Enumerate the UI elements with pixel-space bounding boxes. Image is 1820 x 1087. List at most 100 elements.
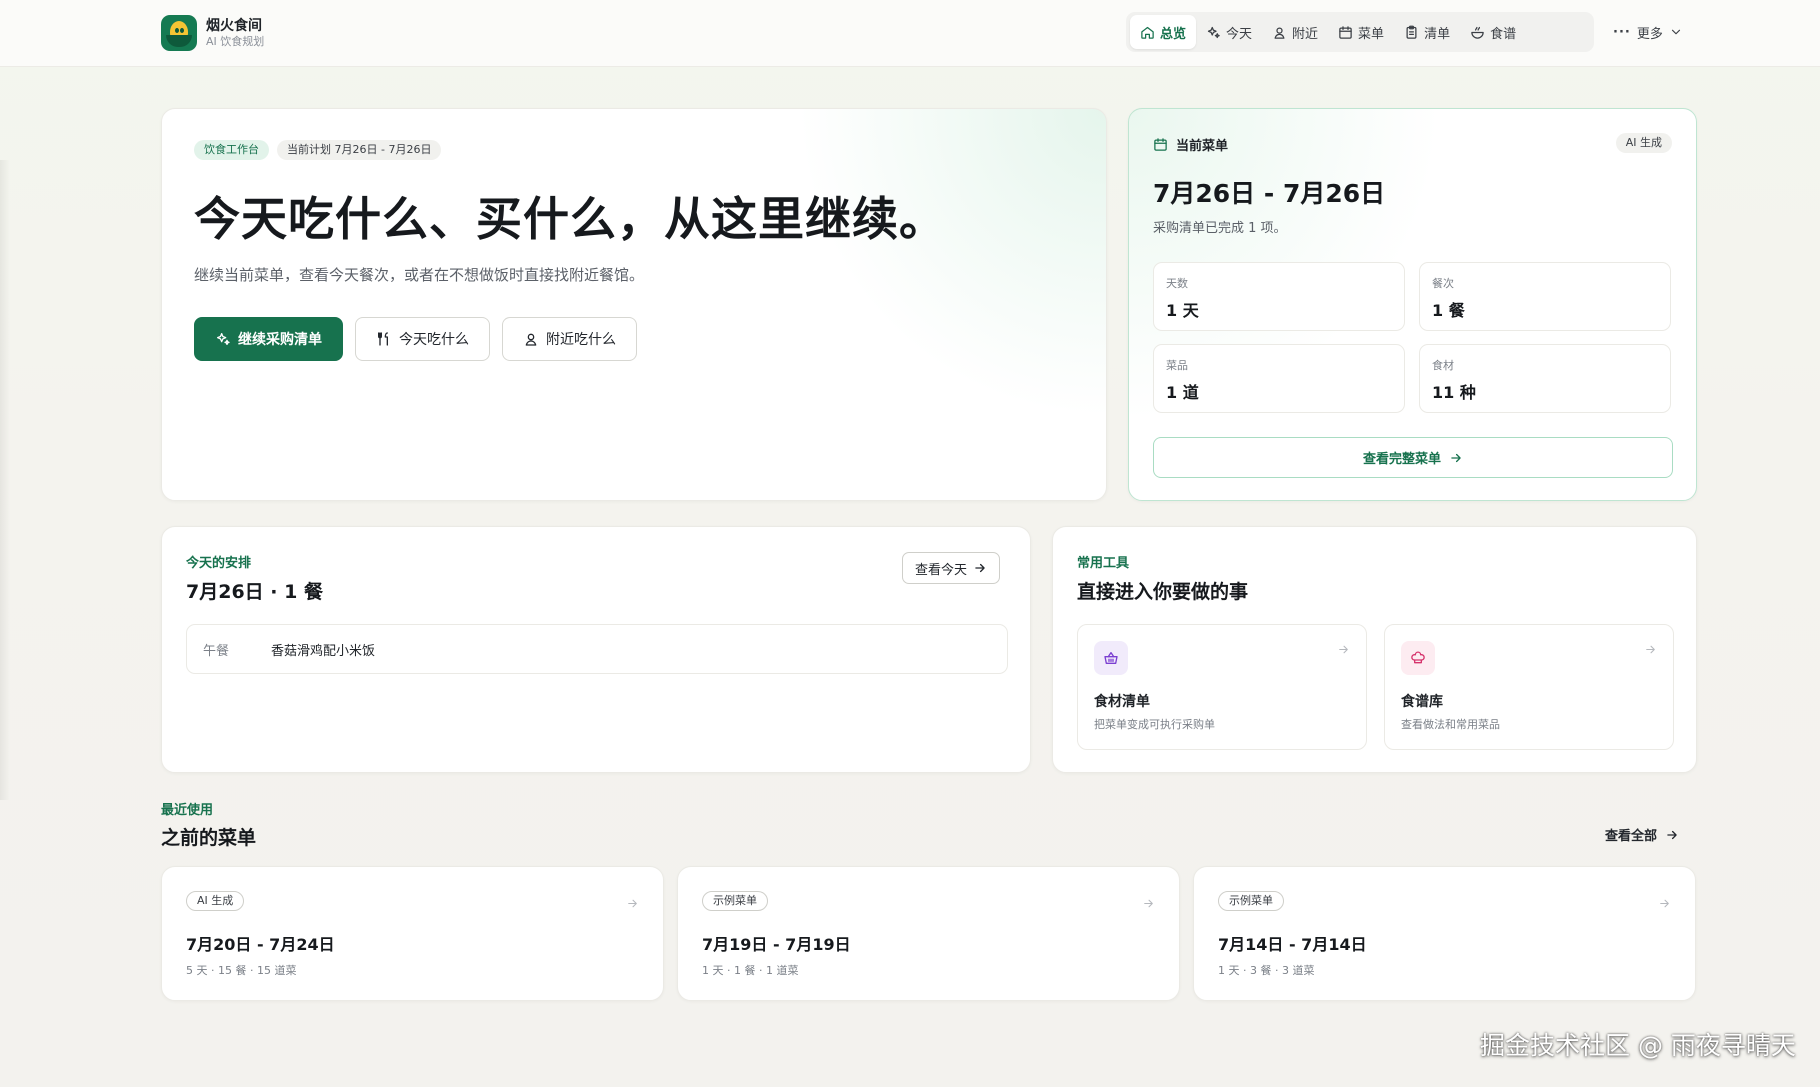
continue-shopping-button[interactable]: 继续采购清单 [194, 317, 343, 361]
brand-name: 烟火食间 [206, 17, 262, 34]
stat-value: 1 餐 [1432, 301, 1465, 320]
nav-item-list[interactable]: 清单 [1394, 15, 1460, 49]
view-full-menu-button[interactable]: 查看完整菜单 [1153, 437, 1673, 478]
arrow-right-icon [1667, 830, 1677, 839]
tool-recipe-library[interactable]: 食谱库 查看做法和常用菜品 [1384, 624, 1674, 750]
tools-card: 常用工具 直接进入你要做的事 食材清单 把菜单变成可执行采购单 食谱库 查看做法… [1052, 526, 1697, 773]
tool-title: 食谱库 [1401, 694, 1443, 710]
workspace-tag: 饮食工作台 [194, 140, 269, 160]
meal-row[interactable]: 午餐 香菇滑鸡配小米饭 [186, 624, 1008, 674]
menu-type-badge: 示例菜单 [702, 891, 768, 911]
today-eat-button[interactable]: 今天吃什么 [355, 317, 490, 361]
button-label: 附近吃什么 [546, 332, 616, 348]
menu-meta: 1 天 · 1 餐 · 1 道菜 [702, 964, 799, 977]
edge-shadow [0, 160, 10, 800]
menu-range: 7月14日 - 7月14日 [1218, 935, 1367, 954]
nearby-eat-button[interactable]: 附近吃什么 [502, 317, 637, 361]
ai-generated-badge: AI 生成 [1615, 133, 1672, 153]
nav-item-nearby[interactable]: 附近 [1262, 15, 1328, 49]
nav-item-recipes[interactable]: 食谱 [1460, 15, 1526, 49]
today-eyebrow: 今天的安排 [186, 556, 252, 571]
main-nav: 总览 今天 附近 菜单 清单 食谱 [1126, 12, 1594, 52]
nav-label: 食谱 [1490, 26, 1517, 42]
top-bar: 烟火食间 AI 饮食规划 总览 今天 附近 菜单 清单 食谱 ··· 更多 [0, 0, 1820, 67]
menu-range: 7月19日 - 7月19日 [702, 935, 851, 954]
nav-item-today[interactable]: 今天 [1196, 15, 1262, 49]
tools-title: 直接进入你要做的事 [1077, 581, 1249, 603]
current-menu-range: 7月26日 - 7月26日 [1153, 179, 1386, 208]
button-label: 查看完整菜单 [1362, 452, 1441, 467]
basket-icon [1094, 641, 1128, 675]
chef-hat-icon [1401, 641, 1435, 675]
brand-subtitle: AI 饮食规划 [206, 34, 265, 48]
nav-label: 今天 [1226, 26, 1253, 42]
menu-range: 7月20日 - 7月24日 [186, 935, 335, 954]
app-logo [161, 15, 197, 51]
location-person-icon [1274, 27, 1285, 39]
button-label: 今天吃什么 [399, 332, 469, 348]
stat-dishes: 菜品 1 道 [1153, 344, 1405, 413]
tools-eyebrow: 常用工具 [1077, 556, 1130, 571]
sparkles-icon [1207, 26, 1220, 38]
tool-ingredient-list[interactable]: 食材清单 把菜单变成可执行采购单 [1077, 624, 1367, 750]
current-menu-heading: 当前菜单 [1176, 139, 1229, 154]
arrow-right-icon [975, 563, 985, 573]
home-icon [1141, 26, 1154, 39]
recent-eyebrow: 最近使用 [161, 803, 214, 818]
menu-meta: 1 天 · 3 餐 · 3 道菜 [1218, 964, 1315, 977]
nav-label: 清单 [1424, 26, 1451, 42]
nav-item-overview[interactable]: 总览 [1130, 15, 1197, 49]
meal-slot: 午餐 [203, 643, 230, 659]
stat-ingredients: 食材 11 种 [1419, 344, 1671, 413]
menu-meta: 5 天 · 15 餐 · 15 道菜 [186, 964, 297, 977]
hero-description: 继续当前菜单，查看今天餐次，或者在不想做饭时直接找附近餐馆。 [194, 266, 645, 284]
nav-label: 菜单 [1358, 26, 1385, 42]
arrow-right-icon [1451, 453, 1461, 462]
nav-label: 总览 [1160, 26, 1187, 42]
arrow-right-icon [626, 895, 639, 914]
menu-type-badge: AI 生成 [186, 891, 245, 911]
today-card: 今天的安排 7月26日 · 1 餐 查看今天 午餐 香菇滑鸡配小米饭 [161, 526, 1031, 773]
calendar-icon [1339, 25, 1352, 39]
nav-label: 附近 [1292, 26, 1319, 42]
previous-menu-card[interactable]: 示例菜单 7月19日 - 7月19日 1 天 · 1 餐 · 1 道菜 [677, 866, 1180, 1001]
hero-card: 饮食工作台 当前计划 7月26日 - 7月26日 今天吃什么、买什么，从这里继续… [161, 108, 1107, 501]
view-all-button[interactable]: 查看全部 [1605, 825, 1679, 844]
arrow-right-icon [1142, 895, 1155, 914]
button-label: 查看今天 [915, 562, 968, 578]
tool-desc: 查看做法和常用菜品 [1401, 718, 1500, 731]
hero-title: 今天吃什么、买什么，从这里继续。 [194, 192, 946, 246]
stat-label: 餐次 [1432, 277, 1454, 290]
stat-label: 食材 [1432, 359, 1454, 372]
view-today-button[interactable]: 查看今天 [902, 552, 1001, 584]
stat-value: 1 道 [1166, 383, 1199, 402]
arrow-right-icon [1644, 641, 1657, 660]
tool-title: 食材清单 [1094, 694, 1150, 710]
nav-item-menu[interactable]: 菜单 [1328, 15, 1394, 49]
location-person-icon [525, 333, 537, 346]
tool-desc: 把菜单变成可执行采购单 [1094, 718, 1215, 731]
stat-label: 菜品 [1166, 359, 1188, 372]
utensils-icon [378, 332, 388, 346]
stat-value: 11 种 [1432, 383, 1476, 402]
bowl-icon [1471, 26, 1484, 39]
dots-icon: ··· [1613, 24, 1631, 40]
button-label: 继续采购清单 [238, 332, 322, 348]
menu-type-badge: 示例菜单 [1218, 891, 1284, 911]
previous-menu-card[interactable]: 示例菜单 7月14日 - 7月14日 1 天 · 3 餐 · 3 道菜 [1193, 866, 1696, 1001]
stat-label: 天数 [1166, 277, 1188, 290]
stat-days: 天数 1 天 [1153, 262, 1405, 331]
brand[interactable]: 烟火食间 AI 饮食规划 [161, 15, 264, 51]
recent-title: 之前的菜单 [161, 827, 257, 849]
meal-dish: 香菇滑鸡配小米饭 [271, 643, 376, 659]
arrow-right-icon [1337, 641, 1350, 660]
current-menu-card: 当前菜单 AI 生成 7月26日 - 7月26日 采购清单已完成 1 项。 天数… [1128, 108, 1697, 501]
previous-menu-card[interactable]: AI 生成 7月20日 - 7月24日 5 天 · 15 餐 · 15 道菜 [161, 866, 664, 1001]
stat-value: 1 天 [1166, 301, 1199, 320]
shopping-status: 采购清单已完成 1 项。 [1153, 221, 1287, 236]
current-plan-tag: 当前计划 7月26日 - 7月26日 [277, 140, 442, 160]
calendar-icon [1154, 138, 1167, 151]
stat-meals: 餐次 1 餐 [1419, 262, 1671, 331]
sparkles-icon [217, 333, 230, 345]
more-menu-button[interactable]: ··· 更多 [1613, 12, 1683, 52]
